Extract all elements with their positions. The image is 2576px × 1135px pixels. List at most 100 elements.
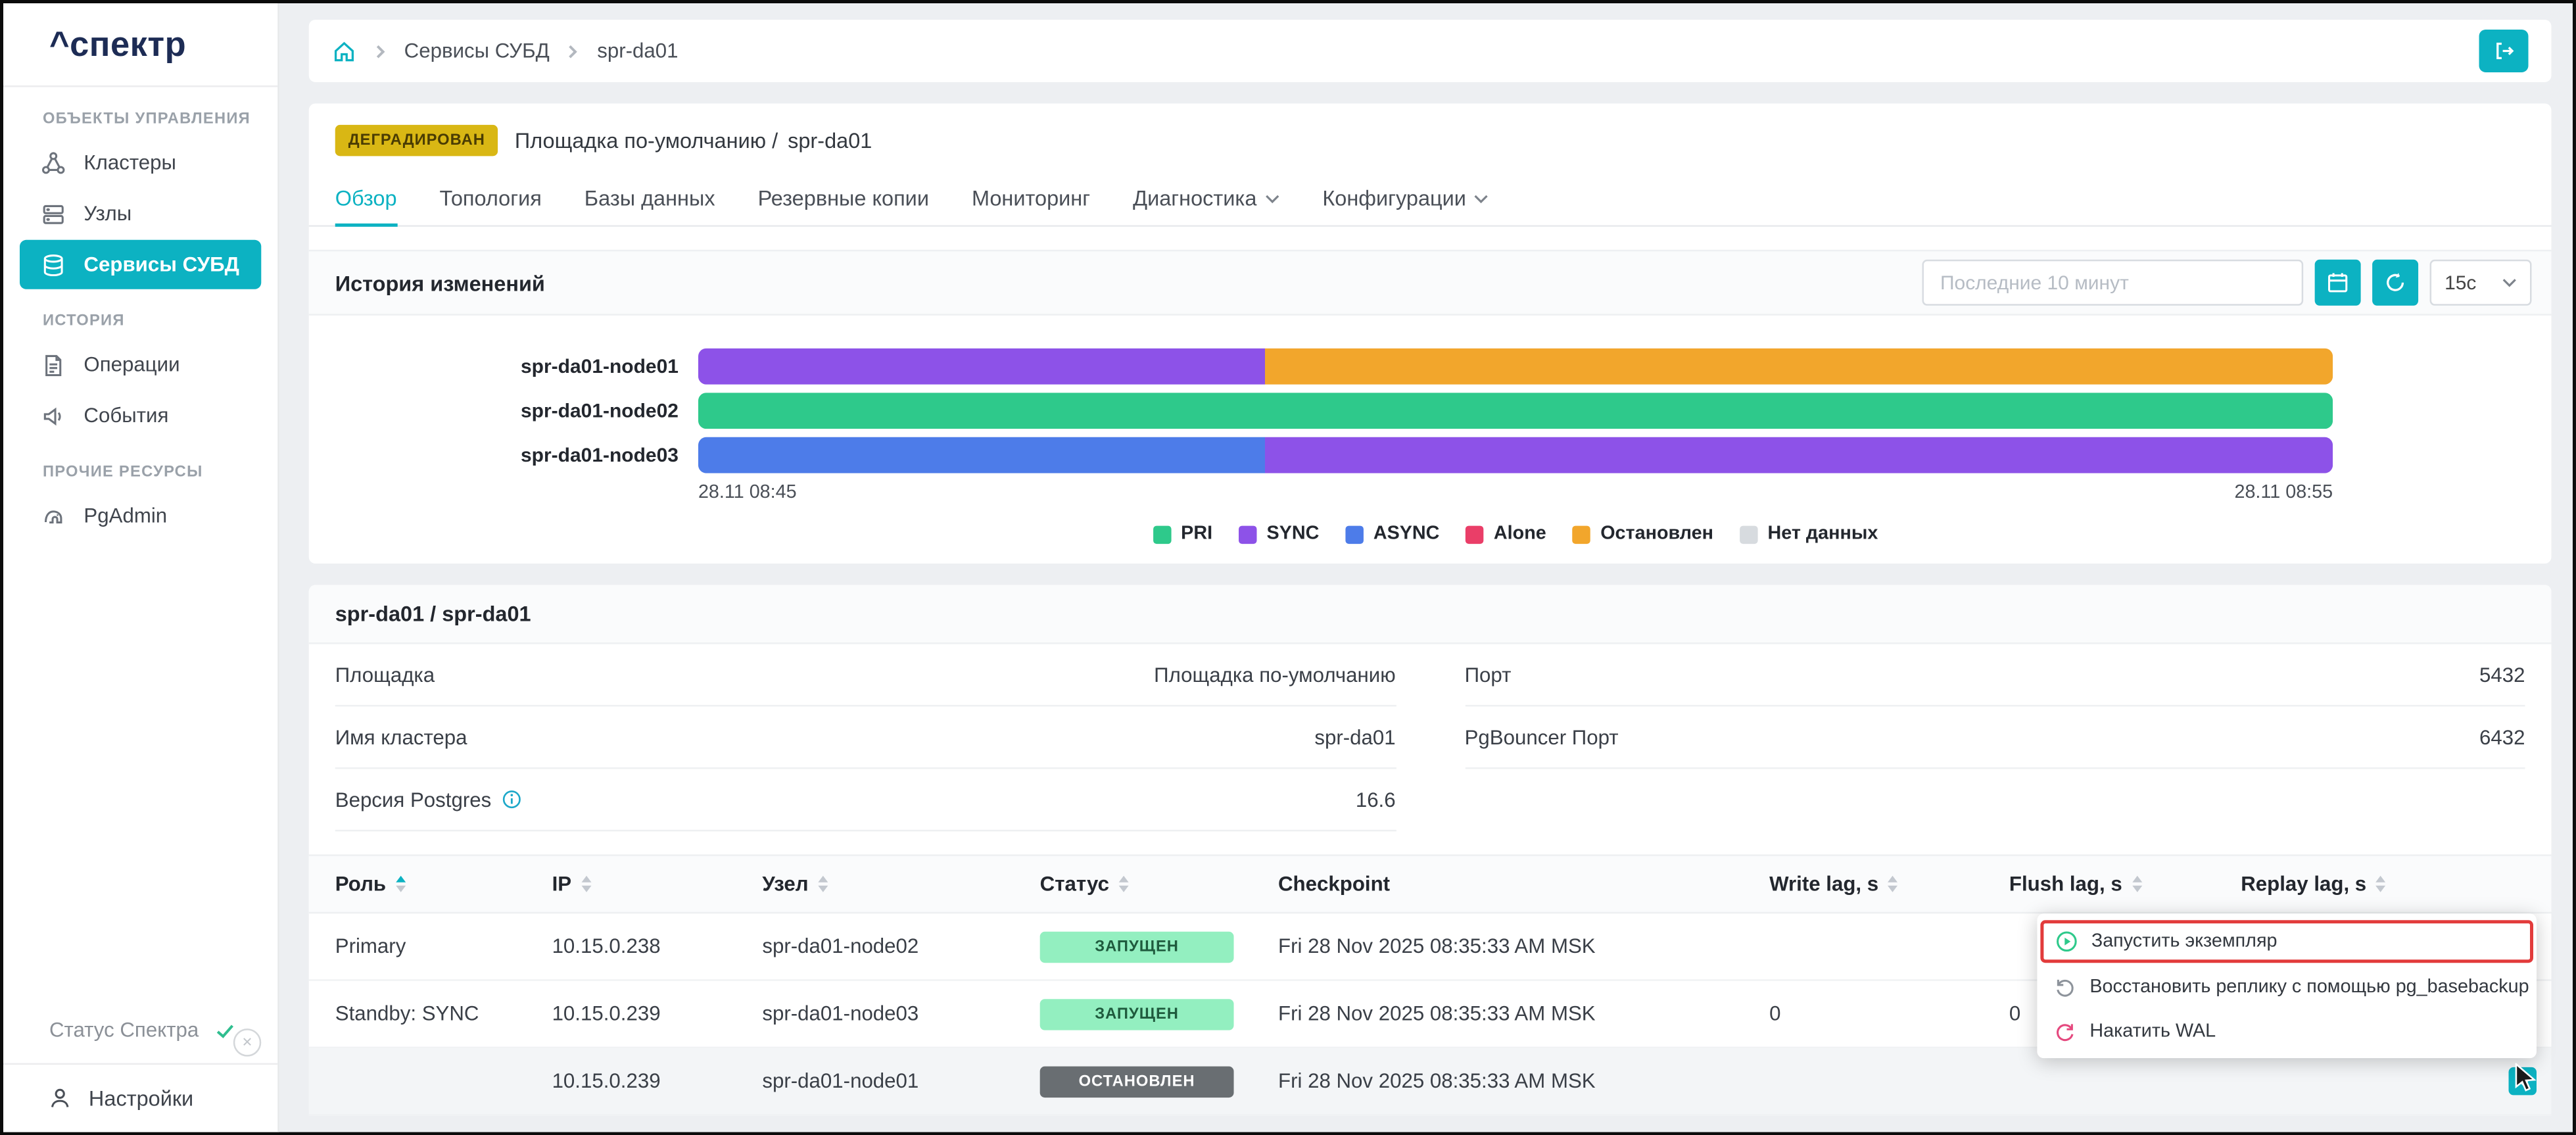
cell-role: Primary [309,935,552,958]
menu-item-apply-wal[interactable]: Накатить WAL [2037,1009,2537,1053]
cell-checkpoint: Fri 28 Nov 2025 08:35:33 AM MSK [1278,1002,1769,1025]
sidebar-item-label: Узлы [83,202,131,225]
info-icon[interactable] [501,788,522,809]
tab-monitoring[interactable]: Мониторинг [972,171,1090,227]
clusters-icon [41,151,65,175]
legend-item-stopped: Остановлен [1573,524,1713,544]
sidebar-collapse-button[interactable]: ✕ [233,1028,261,1056]
cell-write-lag: 0 [1769,1002,2009,1025]
status-ok-check-icon [214,1019,237,1040]
tab-backups[interactable]: Резервные копии [758,171,929,227]
axis-start-label: 28.11 08:45 [698,483,797,503]
cell-checkpoint: Fri 28 Nov 2025 08:35:33 AM MSK [1278,935,1769,958]
sidebar-section-management: ОБЪЕКТЫ УПРАВЛЕНИЯ [43,110,277,128]
settings-label: Настройки [89,1086,193,1111]
legend-swatch [1239,525,1256,543]
detail-row-cluster-name: Имя кластера spr-da01 [335,706,1396,769]
refresh-interval-value: 15с [2445,271,2476,294]
chevron-down-icon [2516,1076,2529,1086]
timeline-row-label: spr-da01-node03 [309,444,698,467]
timeline-row-label: spr-da01-node02 [309,399,698,422]
legend-item-sync: SYNC [1239,524,1319,544]
sidebar-item-label: PgAdmin [83,504,167,527]
detail-row-site: Площадка Площадка по-умолчанию [335,644,1396,706]
legend-swatch [1153,525,1171,543]
time-range-input[interactable] [1922,260,2303,306]
history-panel-header: История изменений 15с [309,250,2552,316]
column-header-status[interactable]: Статус [1040,873,1278,896]
cluster-header: ДЕГРАДИРОВАН Площадка по-умолчанию / spr… [309,103,2552,170]
menu-item-start-instance[interactable]: Запустить экземпляр [2040,920,2533,963]
detail-label: Площадка [335,663,435,686]
logout-button[interactable] [2479,30,2529,72]
column-header-write-lag[interactable]: Write lag, s [1769,873,2009,896]
details-section-title: spr-da01 / spr-da01 [309,585,2552,644]
instance-context-menu: Запустить экземпляр Восстановить реплику… [2037,913,2537,1058]
sort-icon [2376,876,2386,892]
spektr-status-label: Статус Спектра [49,1019,199,1042]
details-grid: Площадка Площадка по-умолчанию Имя класт… [309,644,2552,831]
column-header-role[interactable]: Роль [309,873,552,896]
tab-topology[interactable]: Топология [440,171,542,227]
sidebar-item-db-services[interactable]: Сервисы СУБД [20,240,261,289]
axis-end-label: 28.11 08:55 [2234,483,2333,503]
sidebar-footer: Статус Спектра ✕ Настройки [3,1019,277,1132]
tab-configurations[interactable]: Конфигурации [1322,171,1489,227]
home-icon[interactable] [332,39,356,63]
legend-item-alone: Alone [1466,524,1546,544]
detail-value: spr-da01 [1314,725,1395,748]
calendar-icon [2326,271,2349,294]
cell-status: ЗАПУЩЕН [1040,931,1278,962]
db-services-icon [41,253,65,277]
cell-ip: 10.15.0.238 [552,935,763,958]
tab-bar: Обзор Топология Базы данных Резервные ко… [309,171,2552,227]
column-header-replay-lag[interactable]: Replay lag, s [2241,873,2551,896]
menu-item-restore-replica[interactable]: Восстановить реплику с помощью pg_baseba… [2037,965,2537,1009]
menu-item-label: Восстановить реплику с помощью pg_baseba… [2089,977,2529,996]
cell-checkpoint: Fri 28 Nov 2025 08:35:33 AM MSK [1278,1070,1769,1093]
refresh-interval-select[interactable]: 15с [2430,260,2532,306]
detail-label: PgBouncer Порт [1465,725,1619,748]
breadcrumb-item-current: spr-da01 [597,39,678,62]
timeline-axis: 28.11 08:45 28.11 08:55 [698,483,2333,503]
table-row: 10.15.0.239 spr-da01-node01 ОСТАНОВЛЕН F… [309,1048,2552,1115]
chevron-down-icon [1474,193,1489,203]
cell-node: spr-da01-node01 [762,1070,1039,1093]
column-header-checkpoint: Checkpoint [1278,873,1769,896]
events-icon [41,403,65,427]
sidebar-item-events[interactable]: События [20,391,261,441]
legend-swatch [1740,525,1757,543]
legend-item-nodata: Нет данных [1740,524,1878,544]
sidebar-item-settings[interactable]: Настройки [3,1063,277,1132]
column-header-flush-lag[interactable]: Flush lag, s [2009,873,2241,896]
sidebar-item-nodes[interactable]: Узлы [20,189,261,238]
detail-value: 6432 [2479,725,2525,748]
cell-ip: 10.15.0.239 [552,1070,763,1093]
details-right-column: Порт 5432 PgBouncer Порт 6432 [1465,644,2525,769]
row-actions-button[interactable] [2509,1067,2537,1095]
column-header-ip[interactable]: IP [552,873,763,896]
refresh-button[interactable] [2372,260,2418,306]
sidebar-item-operations[interactable]: Операции [20,340,261,389]
cell-ip: 10.15.0.239 [552,1002,763,1025]
tab-databases[interactable]: Базы данных [584,171,715,227]
status-badge: ЗАПУЩЕН [1040,998,1234,1029]
breadcrumb-item-services[interactable]: Сервисы СУБД [404,39,550,62]
sidebar-item-clusters[interactable]: Кластеры [20,138,261,187]
legend-swatch [1466,525,1483,543]
legend-item-async: ASYNC [1345,524,1439,544]
cell-role: Standby: SYNC [309,1002,552,1025]
sidebar-item-pgadmin[interactable]: PgAdmin [20,491,261,541]
tab-diagnostics[interactable]: Диагностика [1133,171,1279,227]
sort-icon [396,876,406,892]
detail-value: 5432 [2479,663,2525,686]
sidebar-item-label: Кластеры [83,151,176,174]
play-circle-icon [2055,930,2078,953]
cell-status: ОСТАНОВЛЕН [1040,1065,1278,1096]
sidebar: ^спектр ОБЪЕКТЫ УПРАВЛЕНИЯ Кластеры Узлы [3,3,279,1132]
tab-overview[interactable]: Обзор [335,171,397,227]
column-header-node[interactable]: Узел [762,873,1039,896]
calendar-button[interactable] [2315,260,2361,306]
state-timeline-chart: spr-da01-node01 spr-da01-node02 spr-da01… [309,316,2552,544]
detail-label: Имя кластера [335,725,467,748]
